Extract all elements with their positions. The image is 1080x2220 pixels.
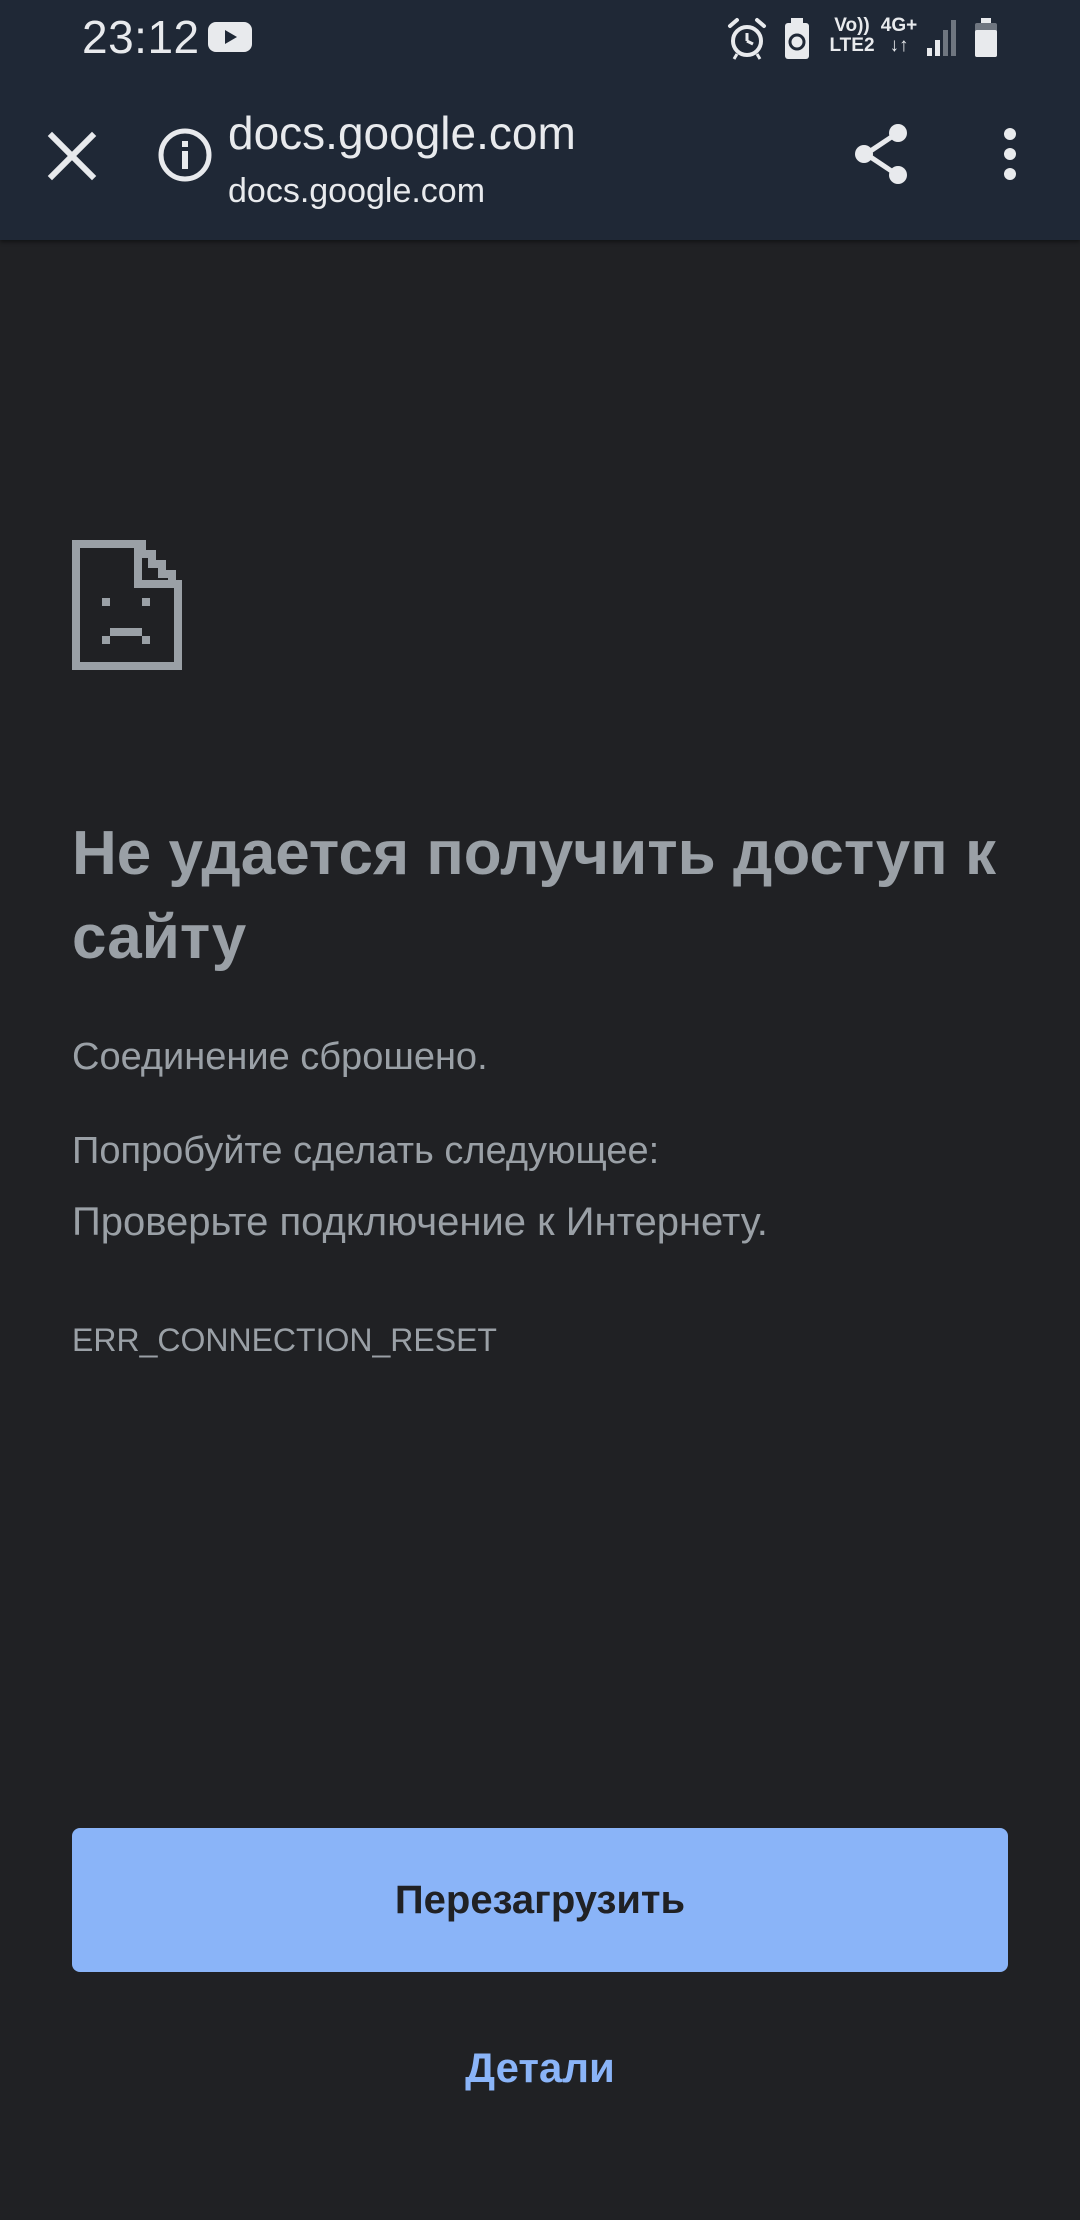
- network-type-indicator: 4G+ ↓↑: [880, 15, 918, 56]
- suggestion-item: Проверьте подключение к Интернету.: [72, 1200, 768, 1244]
- close-icon[interactable]: [36, 120, 108, 192]
- more-vert-icon[interactable]: [980, 118, 1040, 190]
- sad-document-icon: [72, 540, 182, 670]
- status-bar: 23:12 Vo)) LTE2 4G+ ↓↑: [0, 0, 1080, 76]
- error-heading: Не удается получить доступ к сайту: [72, 819, 996, 972]
- reload-button[interactable]: Перезагрузить: [72, 1828, 1008, 1972]
- battery-icon: [975, 18, 997, 57]
- youtube-icon: [208, 22, 252, 52]
- page-title[interactable]: docs.google.com: [228, 106, 576, 160]
- info-icon[interactable]: [152, 122, 218, 188]
- custom-tab-toolbar: docs.google.com docs.google.com: [0, 80, 1080, 240]
- page-url[interactable]: docs.google.com: [228, 172, 485, 211]
- signal-icon: [927, 20, 956, 56]
- chrome-custom-tab-screen: 23:12 Vo)) LTE2 4G+ ↓↑ docs.google.com d…: [0, 0, 1080, 2220]
- status-time: 23:12: [82, 11, 200, 63]
- battery-saver-icon: [785, 18, 809, 59]
- top-bar: 23:12 Vo)) LTE2 4G+ ↓↑ docs.google.com d…: [0, 0, 1080, 240]
- alarm-icon: [728, 18, 766, 60]
- error-code: ERR_CONNECTION_RESET: [72, 1322, 497, 1358]
- details-button[interactable]: Детали: [390, 2044, 690, 2092]
- share-icon[interactable]: [846, 118, 918, 190]
- error-reason: Соединение сброшено.: [72, 1036, 488, 1078]
- suggestions-title: Попробуйте сделать следующее:: [72, 1130, 660, 1172]
- volte-indicator: Vo)) LTE2: [829, 15, 875, 56]
